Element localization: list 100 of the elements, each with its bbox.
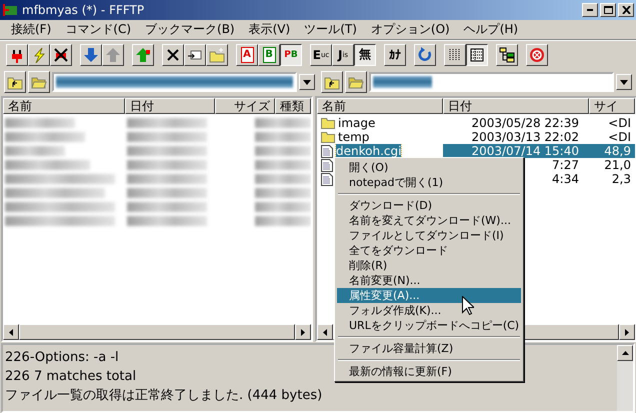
transfer-mode-button[interactable]: A — [236, 44, 258, 66]
caret-icon — [303, 80, 311, 84]
blurred-size — [255, 216, 311, 226]
scroll-right-button[interactable] — [619, 324, 635, 340]
menu-item[interactable]: ファイル容量計算(Z) — [337, 341, 521, 356]
folder-icon — [321, 131, 335, 143]
transfer-mode-button[interactable]: PB — [280, 44, 302, 66]
tree-button[interactable] — [496, 44, 518, 66]
open-folder-button[interactable] — [345, 71, 367, 93]
file-name[interactable]: temp — [338, 130, 370, 144]
detail-view-button[interactable] — [466, 44, 488, 66]
blurred-size — [255, 188, 311, 198]
download-button[interactable] — [80, 44, 102, 66]
file-name[interactable]: denkoh.cgi — [336, 144, 402, 158]
menu-item[interactable]: フォルダ作成(K)... — [337, 303, 521, 318]
quick-connect-button[interactable] — [28, 44, 50, 66]
menu-item[interactable]: 名前を変えてダウンロード(W)... — [337, 213, 521, 228]
refresh-icon — [417, 46, 433, 62]
column-header[interactable]: 種類 — [275, 98, 311, 114]
menu-item[interactable]: オプション(O) — [364, 21, 457, 38]
scroll-up-button[interactable] — [617, 345, 633, 361]
menu-item[interactable]: URLをクリップボードへコピー(C) — [337, 318, 521, 333]
menu-item[interactable]: ファイルとしてダウンロード(I) — [337, 228, 521, 243]
mirror-upload-button[interactable] — [132, 44, 154, 66]
menu-item[interactable]: 削除(R) — [337, 258, 521, 273]
file-name[interactable]: image — [338, 116, 376, 130]
column-header[interactable]: 名前 — [3, 98, 125, 114]
tree-icon — [499, 46, 515, 62]
menu-item[interactable]: 名前変更(N)... — [337, 273, 521, 288]
table-cell: 2003/07/14 15:40 — [443, 144, 589, 158]
maximize-button[interactable] — [600, 3, 616, 17]
right-arrow-icon — [625, 328, 629, 336]
down-arrow-icon — [83, 46, 99, 62]
transfer-mode-button[interactable]: B — [258, 44, 280, 66]
table-cell-text: 7:27 — [551, 158, 580, 172]
blurred-size — [255, 202, 311, 212]
table-cell-text: <DI — [607, 116, 632, 130]
menu-item[interactable]: ブックマーク(B) — [138, 21, 242, 38]
upload-button[interactable] — [102, 44, 124, 66]
column-header[interactable]: 日付 — [125, 98, 215, 114]
open-folder-button[interactable] — [28, 71, 50, 93]
up-arrow-icon — [622, 351, 628, 355]
dropdown-button[interactable] — [299, 74, 315, 90]
menu-item[interactable]: 最新の情報に更新(F) — [337, 364, 521, 379]
stop-button[interactable] — [526, 44, 548, 66]
lightning-icon — [31, 46, 47, 62]
scroll-left-button[interactable] — [3, 324, 19, 340]
encoding-button[interactable]: ｶﾅ — [384, 44, 406, 66]
menu-item[interactable]: ダウンロード(D) — [337, 198, 521, 213]
scroll-right-button[interactable] — [295, 324, 311, 340]
scrollbar-thumb[interactable] — [19, 324, 295, 340]
up-arrow-icon — [135, 46, 151, 62]
menu-item[interactable]: 開く(O) — [337, 160, 521, 175]
parent-folder-button[interactable] — [321, 71, 343, 93]
x-icon — [165, 46, 181, 62]
menu-item[interactable]: ヘルプ(H) — [456, 21, 526, 38]
table-cell-text: 2003/05/28 22:39 — [470, 116, 580, 130]
menu-item[interactable]: 表示(V) — [242, 21, 298, 38]
log-line: ファイル一覧の取得は正常終了しました. (444 bytes) — [5, 387, 322, 405]
menu-item[interactable]: 接続(F) — [4, 21, 58, 38]
scroll-left-button[interactable] — [317, 324, 333, 340]
refresh-button[interactable] — [414, 44, 436, 66]
delete-button[interactable] — [162, 44, 184, 66]
log-line: 226 7 matches total — [5, 368, 136, 386]
parent-folder-button[interactable] — [4, 71, 26, 93]
table-cell-text: 4:34 — [551, 172, 580, 186]
column-header[interactable]: サイ — [589, 98, 635, 114]
menu-item[interactable]: 属性変更(A)... — [337, 288, 521, 303]
blurred-size — [255, 160, 311, 170]
blurred-size — [255, 146, 311, 156]
menu-item[interactable]: notepadで開く(1) — [337, 175, 521, 190]
blurred-size — [255, 118, 311, 128]
column-header[interactable]: サイズ — [215, 98, 275, 114]
table-cell-text: 21,0 — [603, 158, 632, 172]
left-arrow-icon — [323, 328, 327, 336]
menu-item[interactable]: コマンド(C) — [58, 21, 138, 38]
close-button[interactable] — [618, 3, 634, 17]
detail-view-icon — [469, 46, 485, 62]
rename-button[interactable] — [184, 44, 206, 66]
disconnect-button[interactable] — [50, 44, 72, 66]
column-header[interactable]: 名前 — [317, 98, 443, 114]
table-cell-text: 2,3 — [610, 172, 632, 186]
menu-item[interactable]: 全てをダウンロード — [337, 243, 521, 258]
window-title: mfbmyas (*) - FFFTP — [22, 3, 146, 17]
caret-icon — [620, 80, 628, 84]
stop-icon — [529, 46, 545, 62]
column-header[interactable]: 日付 — [443, 98, 589, 114]
minimize-button[interactable] — [582, 3, 598, 17]
menu-item[interactable]: ツール(T) — [297, 21, 364, 38]
mouse-pointer-icon — [462, 296, 474, 315]
encoding-button[interactable]: 無 — [354, 44, 376, 66]
path-field[interactable] — [369, 72, 614, 92]
app-icon — [2, 3, 18, 17]
new-folder-button[interactable] — [206, 44, 228, 66]
table-cell: 48,9 — [589, 144, 635, 158]
path-field[interactable] — [52, 72, 297, 92]
close-icon — [622, 6, 630, 14]
connect-button[interactable] — [6, 44, 28, 66]
list-view-button[interactable] — [444, 44, 466, 66]
dropdown-button[interactable] — [616, 74, 632, 90]
